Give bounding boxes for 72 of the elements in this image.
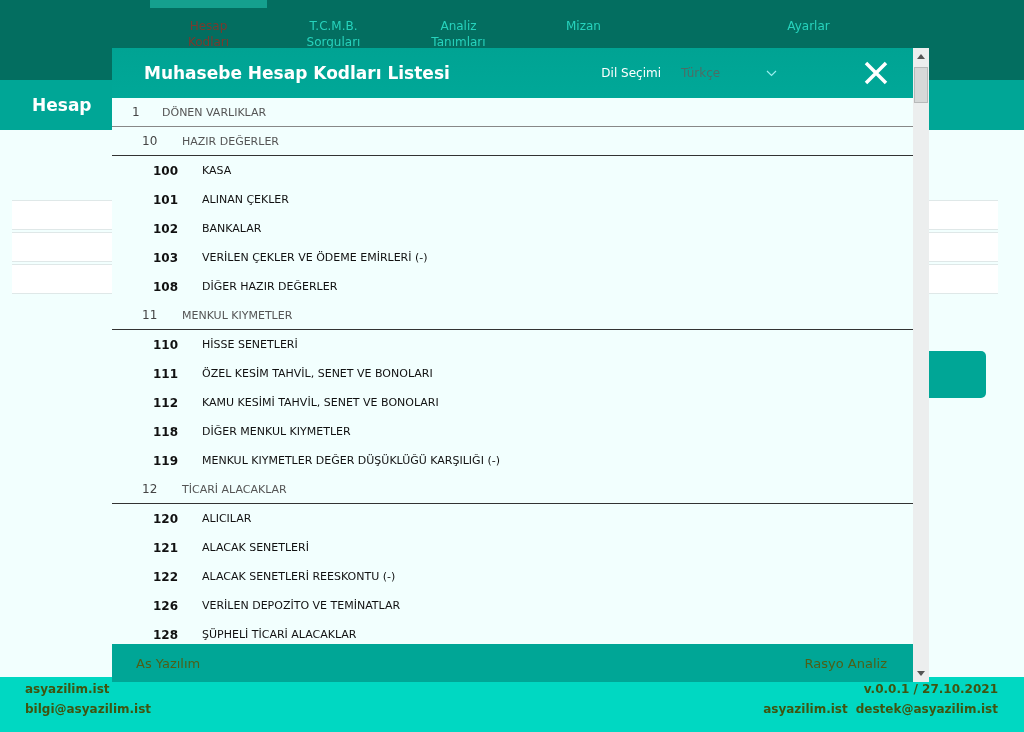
account-code: 1 xyxy=(132,105,141,119)
scroll-thumb[interactable] xyxy=(914,67,928,103)
account-row[interactable]: 12 TİCARİ ALACAKLAR xyxy=(112,475,913,504)
account-row[interactable]: 128 ŞÜPHELİ TİCARİ ALACAKLAR xyxy=(112,620,913,644)
account-code: 112 xyxy=(153,395,180,410)
account-code: 111 xyxy=(153,366,180,381)
account-row[interactable]: 110 HİSSE SENETLERİ xyxy=(112,330,913,359)
account-name: ALINAN ÇEKLER xyxy=(202,193,289,206)
account-code: 12 xyxy=(142,482,159,496)
account-name: DİĞER MENKUL KIYMETLER xyxy=(202,425,351,438)
account-name: ALICILAR xyxy=(202,512,252,525)
account-code: 101 xyxy=(153,192,180,207)
account-name: BANKALAR xyxy=(202,222,262,235)
scroll-up-icon[interactable] xyxy=(917,54,925,59)
account-code: 128 xyxy=(153,627,180,642)
account-row[interactable]: 121 ALACAK SENETLERİ xyxy=(112,533,913,562)
account-name: DÖNEN VARLIKLAR xyxy=(162,105,267,119)
account-code: 121 xyxy=(153,540,180,555)
footer-link[interactable]: asyazilim.ist xyxy=(763,702,848,716)
account-row[interactable]: 103 VERİLEN ÇEKLER VE ÖDEME EMİRLERİ (-) xyxy=(112,243,913,272)
footer-text: As Yazılım xyxy=(136,655,201,671)
account-name: ÖZEL KESİM TAHVİL, SENET VE BONOLARI xyxy=(202,367,433,380)
account-row[interactable]: 1 DÖNEN VARLIKLAR xyxy=(112,98,913,127)
page-title: Hesap xyxy=(32,95,92,115)
scrollbar[interactable] xyxy=(913,48,929,682)
account-name: ALACAK SENETLERİ REESKONTU (-) xyxy=(202,570,396,583)
account-name: HİSSE SENETLERİ xyxy=(202,338,298,351)
account-row[interactable]: 111 ÖZEL KESİM TAHVİL, SENET VE BONOLARI xyxy=(112,359,913,388)
account-code: 10 xyxy=(142,134,159,148)
account-code: 110 xyxy=(153,337,180,352)
account-code: 100 xyxy=(153,163,180,178)
account-name: HAZIR DEĞERLER xyxy=(182,134,279,148)
account-name: ALACAK SENETLERİ xyxy=(202,541,309,554)
account-name: KASA xyxy=(202,164,232,177)
account-name: VERİLEN ÇEKLER VE ÖDEME EMİRLERİ (-) xyxy=(202,251,428,264)
account-name: DİĞER HAZIR DEĞERLER xyxy=(202,280,338,293)
dialog-title: Muhasebe Hesap Kodları Listesi xyxy=(144,63,451,83)
account-row[interactable]: 118 DİĞER MENKUL KIYMETLER xyxy=(112,417,913,446)
account-code: 118 xyxy=(153,424,180,439)
account-row[interactable]: 122 ALACAK SENETLERİ REESKONTU (-) xyxy=(112,562,913,591)
account-code: 119 xyxy=(153,453,180,468)
account-row[interactable]: 102 BANKALAR xyxy=(112,214,913,243)
footer-link[interactable]: destek@asyazilim.ist xyxy=(855,702,998,716)
footer-text: Rasyo Analiz xyxy=(804,655,887,671)
account-row[interactable]: 101 ALINAN ÇEKLER xyxy=(112,185,913,214)
footer-text: asyazilim.ist xyxy=(25,682,110,696)
account-row[interactable]: 119 MENKUL KIYMETLER DEĞER DÜŞÜKLÜĞÜ KARŞILIĞI (-) xyxy=(112,446,913,475)
account-row[interactable]: 120 ALICILAR xyxy=(112,504,913,533)
account-name: VERİLEN DEPOZİTO VE TEMİNATLAR xyxy=(202,599,401,612)
footer-text: bilgi@asyazilim.ist xyxy=(25,702,152,716)
account-code: 11 xyxy=(142,308,159,322)
account-name: MENKUL KIYMETLER DEĞER DÜŞÜKLÜĞÜ KARŞILIĞI (-) xyxy=(202,454,500,467)
account-code: 120 xyxy=(153,511,180,526)
account-row[interactable]: 100 KASA xyxy=(112,156,913,185)
language-label: Dil Seçimi xyxy=(601,66,661,80)
account-row[interactable]: 11 MENKUL KIYMETLER xyxy=(112,301,913,330)
account-name: KAMU KESİMİ TAHVİL, SENET VE BONOLARI xyxy=(202,396,439,409)
account-row[interactable]: 108 DİĞER HAZIR DEĞERLER xyxy=(112,272,913,301)
account-code: 108 xyxy=(153,279,180,294)
account-code: 103 xyxy=(153,250,180,265)
account-code: 102 xyxy=(153,221,180,236)
account-name: ŞÜPHELİ TİCARİ ALACAKLAR xyxy=(202,628,357,641)
version-text: v.0.0.1 / 27.10.2021 xyxy=(863,682,998,696)
account-row[interactable]: 10 HAZIR DEĞERLER xyxy=(112,127,913,156)
account-code: 126 xyxy=(153,598,180,613)
account-row[interactable]: 112 KAMU KESİMİ TAHVİL, SENET VE BONOLARI xyxy=(112,388,913,417)
chevron-down-icon xyxy=(766,69,777,77)
account-row[interactable]: 126 VERİLEN DEPOZİTO VE TEMİNATLAR xyxy=(112,591,913,620)
account-name: MENKUL KIYMETLER xyxy=(182,308,293,322)
account-name: TİCARİ ALACAKLAR xyxy=(182,482,287,496)
close-button[interactable] xyxy=(863,60,889,86)
account-code: 122 xyxy=(153,569,180,584)
